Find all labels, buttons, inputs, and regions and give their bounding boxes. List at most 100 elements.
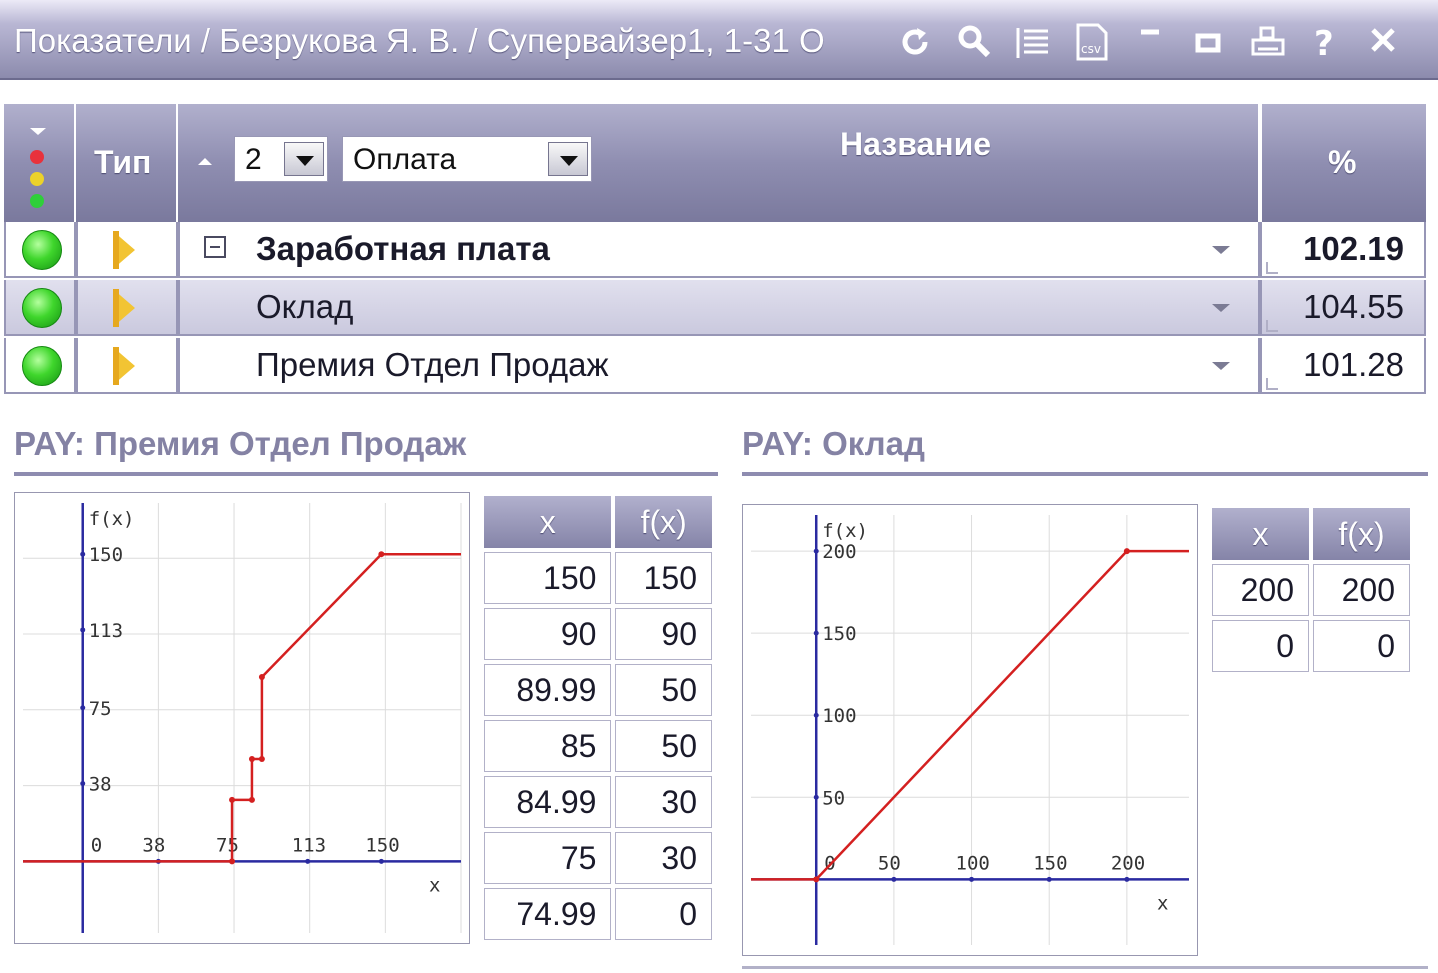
- x-tick: [1124, 876, 1130, 882]
- x-cell: 200: [1212, 564, 1309, 616]
- close-icon[interactable]: [1365, 22, 1405, 62]
- csv-icon[interactable]: csv: [1072, 22, 1112, 62]
- table-row[interactable]: Оклад 104.55: [4, 280, 1426, 336]
- data-point: [229, 858, 236, 865]
- x-axis-label: x: [1157, 892, 1168, 914]
- table-row[interactable]: 74.99 0: [484, 888, 712, 940]
- x-cell: 85: [484, 720, 612, 772]
- collapse-icon[interactable]: [204, 236, 226, 258]
- table-row[interactable]: 84.99 30: [484, 776, 712, 828]
- dropdown-arrow-icon[interactable]: [1212, 246, 1230, 254]
- chevron-down-icon[interactable]: [548, 142, 588, 176]
- dropdown-arrow-icon[interactable]: [1212, 304, 1230, 312]
- left-chart-svg: 0 38 75 113 150 38 75 113 150 f(x) x: [23, 503, 462, 933]
- left-panel-prefix: PAY:: [14, 425, 85, 462]
- y-tick: [813, 548, 819, 554]
- resize-corner-icon: [1266, 378, 1278, 390]
- chevron-down-icon[interactable]: [284, 142, 324, 176]
- left-chart: 0 38 75 113 150 38 75 113 150 f(x) x: [14, 492, 470, 944]
- table-row[interactable]: 150 150: [484, 552, 712, 604]
- category-select[interactable]: Оплата: [342, 136, 592, 182]
- y-tick-label: 50: [822, 787, 845, 809]
- row-percent: 102.19: [1303, 230, 1404, 267]
- sort-up-icon[interactable]: [198, 158, 212, 165]
- window-title-bar: Показатели / Безрукова Я. В. / Супервайз…: [0, 0, 1438, 80]
- left-panel-divider: [14, 472, 718, 476]
- green-light-icon: [30, 194, 44, 208]
- percent-column-header[interactable]: %: [1262, 104, 1426, 222]
- minimize-icon[interactable]: [1135, 22, 1175, 62]
- data-point: [248, 755, 255, 762]
- window-title: Показатели / Безрукова Я. В. / Супервайз…: [14, 22, 825, 59]
- name-column-header[interactable]: 2 Оплата Название: [178, 104, 1260, 222]
- dropdown-arrow-icon[interactable]: [1212, 362, 1230, 370]
- left-values-table: x f(x) 150 150 90 90 89.99 50 85 50 84.99 30 …: [480, 492, 716, 944]
- table-row[interactable]: 200 200: [1212, 564, 1410, 616]
- right-panel-title: PAY: Оклад: [742, 425, 925, 463]
- x-cell: 150: [484, 552, 612, 604]
- data-point: [258, 755, 265, 762]
- col-fx-header[interactable]: f(x): [615, 496, 712, 548]
- status-column-header[interactable]: [4, 104, 76, 222]
- level-select[interactable]: 2: [234, 136, 328, 182]
- left-panel-name: Премия Отдел Продаж: [94, 425, 467, 462]
- data-point: [378, 551, 385, 558]
- fx-cell: 50: [615, 720, 712, 772]
- y-tick: [80, 781, 86, 787]
- table-row[interactable]: 75 30: [484, 832, 712, 884]
- table-row[interactable]: 90 90: [484, 608, 712, 660]
- x-cell: 89.99: [484, 664, 612, 716]
- y-tick-label: 113: [89, 620, 123, 642]
- x-tick: [969, 876, 975, 882]
- x-tick-label: 150: [365, 834, 399, 856]
- x-cell: 75: [484, 832, 612, 884]
- status-light-icon: [22, 230, 62, 270]
- fx-cell: 0: [1313, 620, 1410, 672]
- row-name: Премия Отдел Продаж: [256, 346, 609, 383]
- fx-cell: 50: [615, 664, 712, 716]
- refresh-icon[interactable]: [895, 22, 935, 62]
- x-tick-label: 75: [216, 834, 239, 856]
- table-row[interactable]: Премия Отдел Продаж 101.28: [4, 338, 1426, 394]
- fx-cell: 0: [615, 888, 712, 940]
- y-tick: [80, 705, 86, 711]
- print-icon[interactable]: [1248, 22, 1288, 62]
- category-select-value: Оплата: [353, 143, 457, 176]
- row-percent: 101.28: [1303, 346, 1404, 383]
- type-header-label: Тип: [94, 144, 152, 180]
- y-tick: [80, 627, 86, 633]
- right-chart: 0 50 100 150 200 50 100 150 200 f(x) x: [742, 504, 1198, 956]
- maximize-icon[interactable]: [1190, 22, 1230, 62]
- table-row[interactable]: 89.99 50: [484, 664, 712, 716]
- col-x-header[interactable]: x: [484, 496, 612, 548]
- right-panel-divider: [742, 472, 1428, 476]
- type-column-header[interactable]: Тип: [76, 104, 178, 222]
- x-axis-label: x: [429, 874, 440, 896]
- y-tick: [813, 712, 819, 718]
- right-values-table: x f(x) 200 200 00: [1208, 504, 1414, 676]
- help-icon[interactable]: ?: [1306, 22, 1346, 64]
- col-fx-header[interactable]: f(x): [1313, 508, 1410, 560]
- row-name: Оклад: [256, 288, 354, 325]
- x-tick: [891, 876, 897, 882]
- x-tick-label: 38: [142, 834, 165, 856]
- y-axis-label: f(x): [822, 520, 868, 542]
- data-point: [258, 674, 265, 681]
- table-row[interactable]: 00: [1212, 620, 1410, 672]
- level-select-value: 2: [245, 143, 262, 176]
- left-panel-title: PAY: Премия Отдел Продаж: [14, 425, 466, 463]
- table-row[interactable]: Заработная плата 102.19: [4, 222, 1426, 278]
- fx-cell: 30: [615, 832, 712, 884]
- list-icon[interactable]: [1012, 22, 1052, 62]
- search-icon[interactable]: [955, 22, 995, 62]
- fx-cell: 150: [615, 552, 712, 604]
- fx-cell: 200: [1313, 564, 1410, 616]
- x-tick-label: 200: [1111, 852, 1145, 874]
- col-x-header[interactable]: x: [1212, 508, 1309, 560]
- table-row[interactable]: 85 50: [484, 720, 712, 772]
- svg-text:?: ?: [1314, 24, 1334, 62]
- status-light-icon: [22, 346, 62, 386]
- yellow-light-icon: [30, 172, 44, 186]
- y-tick: [80, 551, 86, 557]
- name-header-label: Название: [840, 126, 992, 162]
